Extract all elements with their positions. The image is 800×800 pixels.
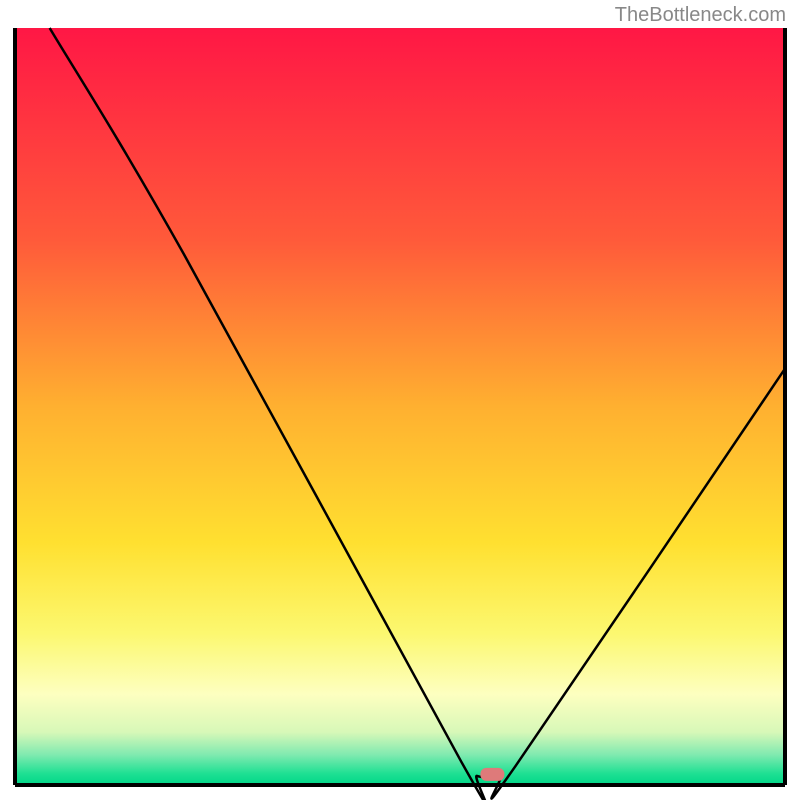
plot-background (15, 28, 785, 785)
bottleneck-chart-svg (0, 0, 800, 800)
chart-container: TheBottleneck.com (0, 0, 800, 800)
attribution-label: TheBottleneck.com (615, 4, 786, 27)
optimal-marker (480, 768, 504, 781)
